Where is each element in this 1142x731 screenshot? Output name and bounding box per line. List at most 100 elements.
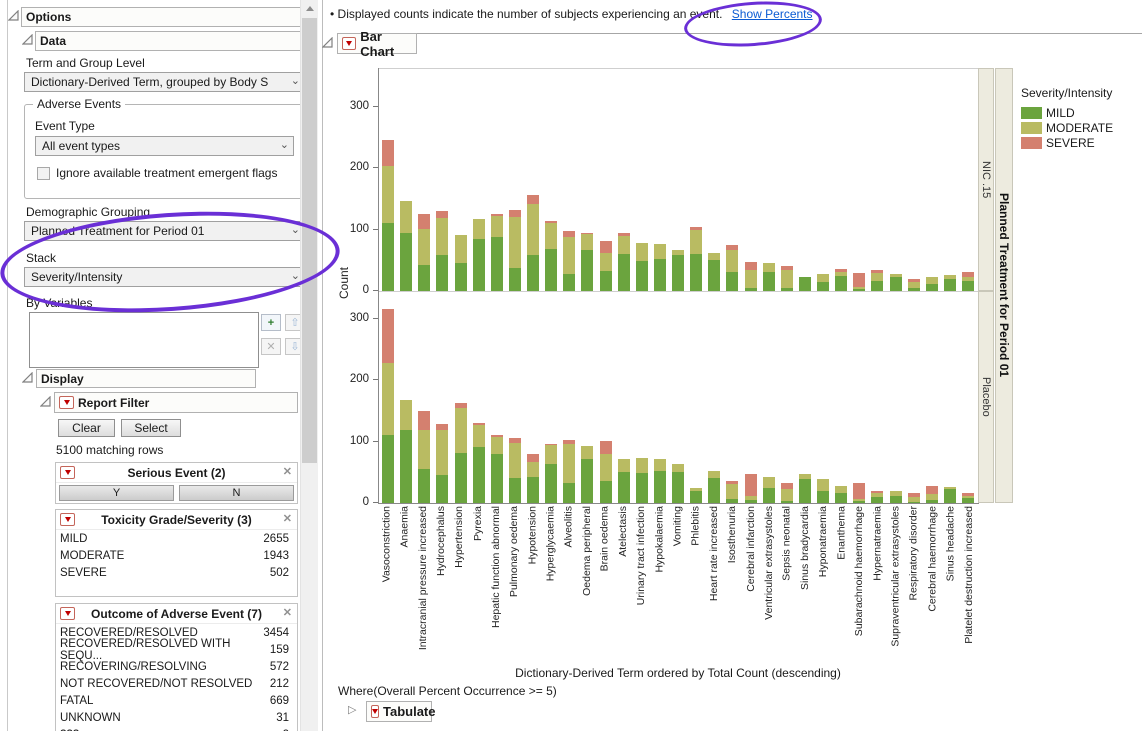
- bar-segment-moderate[interactable]: [763, 263, 775, 272]
- bar-segment-mild[interactable]: [690, 254, 702, 291]
- stacked-bar[interactable]: [908, 279, 920, 291]
- stacked-bar[interactable]: [636, 243, 648, 291]
- bar-segment-mild[interactable]: [527, 255, 539, 291]
- bar-slot[interactable]: [814, 69, 832, 291]
- bar-segment-severe[interactable]: [418, 411, 430, 429]
- stacked-bar[interactable]: [944, 275, 956, 291]
- stacked-bar[interactable]: [944, 487, 956, 503]
- bar-segment-mild[interactable]: [799, 277, 811, 291]
- bar-segment-mild[interactable]: [690, 491, 702, 503]
- bar-segment-moderate[interactable]: [763, 477, 775, 487]
- bar-slot[interactable]: [651, 292, 669, 503]
- bar-segment-mild[interactable]: [418, 265, 430, 291]
- bar-slot[interactable]: [796, 292, 814, 503]
- stacked-bar[interactable]: [871, 270, 883, 291]
- stacked-bar[interactable]: [745, 474, 757, 504]
- bar-slot[interactable]: [923, 292, 941, 503]
- bar-segment-severe[interactable]: [853, 483, 865, 499]
- filter-box-header[interactable]: Toxicity Grade/Severity (3)✕: [56, 510, 297, 530]
- bar-chart-disclosure-icon[interactable]: [322, 37, 333, 51]
- bar-segment-mild[interactable]: [799, 479, 811, 503]
- bar-segment-moderate[interactable]: [636, 243, 648, 261]
- bar-slot[interactable]: [705, 292, 723, 503]
- filter-value-row[interactable]: MODERATE1943: [56, 547, 297, 564]
- bar-slot[interactable]: [379, 292, 397, 503]
- bar-segment-moderate[interactable]: [636, 458, 648, 473]
- bar-segment-moderate[interactable]: [473, 219, 485, 239]
- stacked-bar[interactable]: [382, 309, 394, 503]
- bar-segment-mild[interactable]: [781, 501, 793, 503]
- bar-segment-mild[interactable]: [944, 279, 956, 291]
- bar-slot[interactable]: [651, 69, 669, 291]
- bar-segment-severe[interactable]: [436, 211, 448, 218]
- bar-slot[interactable]: [452, 69, 470, 291]
- bar-segment-mild[interactable]: [763, 488, 775, 503]
- bar-segment-mild[interactable]: [600, 271, 612, 291]
- bar-segment-severe[interactable]: [527, 195, 539, 204]
- stacked-bar[interactable]: [527, 454, 539, 503]
- bar-slot[interactable]: [868, 292, 886, 503]
- bar-slot[interactable]: [597, 69, 615, 291]
- bar-slot[interactable]: [832, 292, 850, 503]
- bar-slot[interactable]: [742, 69, 760, 291]
- bar-segment-moderate[interactable]: [418, 430, 430, 469]
- bar-segment-moderate[interactable]: [400, 400, 412, 430]
- term-group-dropdown[interactable]: Dictionary-Derived Term, grouped by Body…: [24, 72, 305, 92]
- bar-slot[interactable]: [397, 292, 415, 503]
- demographic-grouping-dropdown[interactable]: Planned Treatment for Period 01 ⌄: [24, 221, 305, 241]
- filter-box-header[interactable]: Outcome of Adverse Event (7)✕: [56, 604, 297, 624]
- bar-segment-moderate[interactable]: [563, 444, 575, 483]
- bar-slot[interactable]: [723, 69, 741, 291]
- ignore-flags-checkbox[interactable]: [37, 167, 50, 180]
- tabulate-header[interactable]: Tabulate: [366, 701, 432, 722]
- stacked-bar[interactable]: [600, 441, 612, 503]
- stacked-bar[interactable]: [509, 438, 521, 503]
- bar-slot[interactable]: [669, 69, 687, 291]
- report-filter-header[interactable]: Report Filter: [54, 392, 298, 413]
- bar-slot[interactable]: [488, 292, 506, 503]
- bar-slot[interactable]: [742, 292, 760, 503]
- stacked-bar[interactable]: [763, 263, 775, 291]
- bar-slot[interactable]: [941, 292, 959, 503]
- bar-segment-moderate[interactable]: [781, 489, 793, 501]
- stacked-bar[interactable]: [726, 245, 738, 291]
- bar-slot[interactable]: [778, 69, 796, 291]
- bar-slot[interactable]: [796, 69, 814, 291]
- stacked-bar[interactable]: [563, 231, 575, 291]
- bar-segment-mild[interactable]: [726, 499, 738, 503]
- bar-segment-mild[interactable]: [491, 237, 503, 291]
- stacked-bar[interactable]: [853, 273, 865, 291]
- bar-segment-mild[interactable]: [563, 274, 575, 291]
- filter-value-row[interactable]: MILD2655: [56, 530, 297, 547]
- display-disclosure-icon[interactable]: [22, 372, 33, 386]
- bar-segment-mild[interactable]: [600, 481, 612, 503]
- bar-slot[interactable]: [560, 292, 578, 503]
- bar-segment-moderate[interactable]: [563, 237, 575, 275]
- data-disclosure-icon[interactable]: [22, 34, 33, 48]
- bar-slot[interactable]: [524, 69, 542, 291]
- close-icon[interactable]: ✕: [283, 512, 292, 525]
- scroll-up-button[interactable]: [301, 0, 318, 17]
- close-icon[interactable]: ✕: [283, 465, 292, 478]
- bar-segment-moderate[interactable]: [690, 230, 702, 255]
- remove-variable-button[interactable]: ✕: [261, 338, 281, 355]
- filter-value-row[interactable]: UNKNOWN31: [56, 709, 297, 726]
- stacked-bar[interactable]: [745, 262, 757, 291]
- bar-segment-mild[interactable]: [545, 464, 557, 503]
- bar-segment-moderate[interactable]: [400, 201, 412, 232]
- stacked-bar[interactable]: [618, 459, 630, 503]
- bar-segment-mild[interactable]: [545, 249, 557, 291]
- bar-segment-moderate[interactable]: [436, 430, 448, 474]
- bar-segment-mild[interactable]: [908, 502, 920, 503]
- filter-value-row[interactable]: SEVERE502: [56, 564, 297, 581]
- options-header[interactable]: Options: [21, 7, 305, 27]
- stacked-bar[interactable]: [817, 274, 829, 291]
- bar-slot[interactable]: [542, 292, 560, 503]
- stacked-bar[interactable]: [545, 221, 557, 291]
- bar-slot[interactable]: [687, 69, 705, 291]
- bar-slot[interactable]: [905, 292, 923, 503]
- stacked-bar[interactable]: [781, 266, 793, 291]
- stacked-bar[interactable]: [890, 491, 902, 503]
- bar-segment-moderate[interactable]: [418, 229, 430, 265]
- bar-segment-moderate[interactable]: [654, 459, 666, 471]
